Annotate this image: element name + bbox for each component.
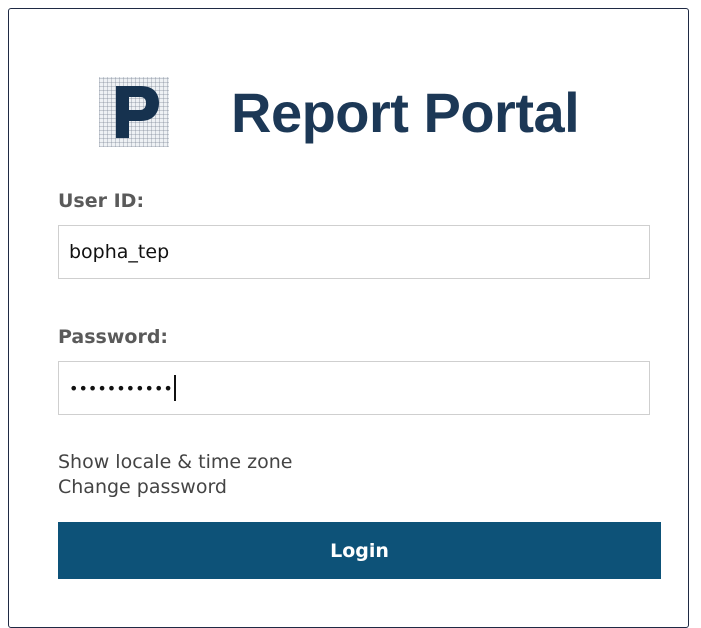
show-locale-link[interactable]: Show locale & time zone — [58, 451, 292, 473]
password-mask: ••••••••••• — [69, 378, 173, 398]
app-title: Report Portal — [231, 81, 580, 144]
user-id-input[interactable] — [58, 225, 650, 279]
brand-header: Report Portal — [9, 9, 688, 159]
text-caret — [173, 375, 176, 401]
password-label: Password: — [58, 326, 169, 348]
report-portal-logo-icon — [99, 77, 169, 147]
login-panel: Report Portal User ID: Password: •••••••… — [8, 8, 689, 628]
login-button[interactable]: Login — [58, 522, 661, 579]
change-password-link[interactable]: Change password — [58, 476, 227, 498]
user-id-label: User ID: — [58, 190, 145, 212]
password-input[interactable]: ••••••••••• — [58, 361, 650, 415]
